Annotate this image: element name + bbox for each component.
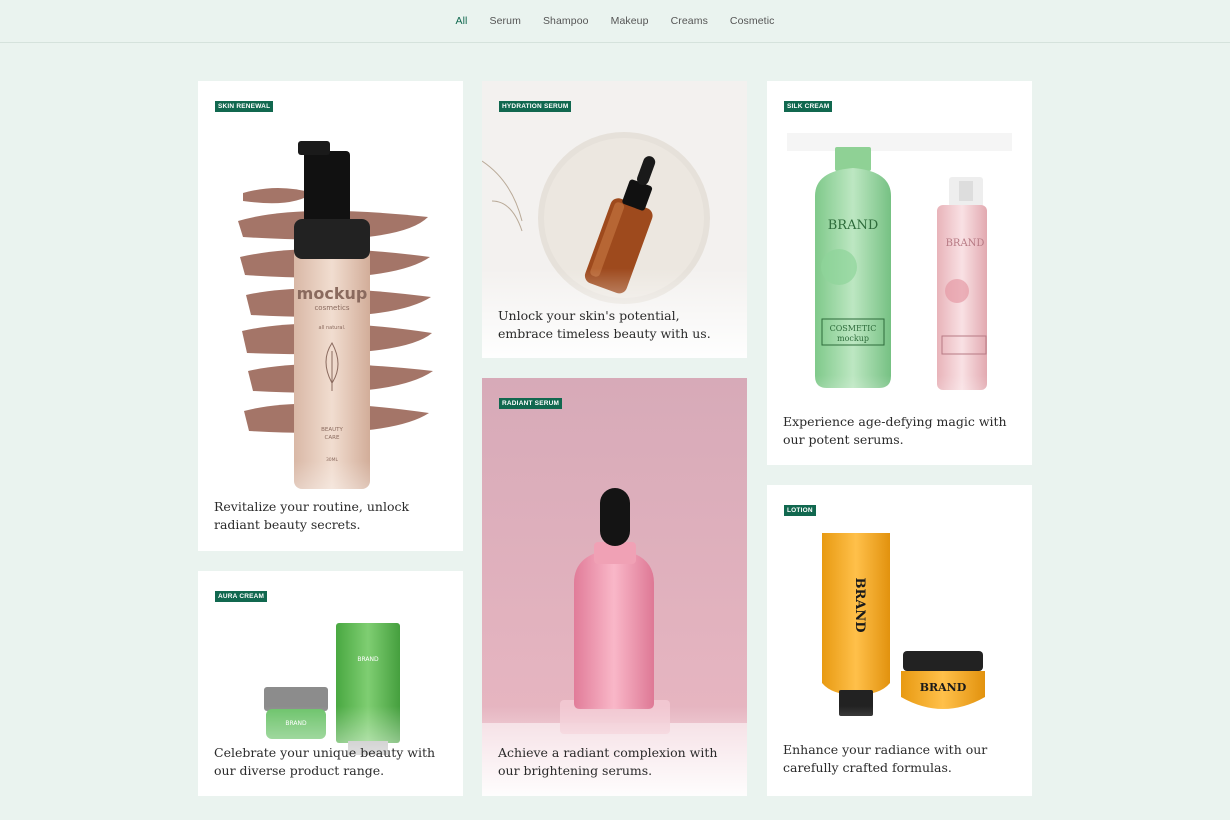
svg-text:COSMETIC: COSMETIC <box>830 324 877 333</box>
category-badge: RADIANT SERUM <box>499 398 563 409</box>
category-badge: AURA CREAM <box>215 591 268 602</box>
svg-text:BRAND: BRAND <box>920 681 967 694</box>
svg-text:cosmetics: cosmetics <box>314 304 349 312</box>
product-card-skin-renewal[interactable]: SKIN RENEWAL mockup cosmetics all natura… <box>198 81 463 551</box>
product-card-lotion[interactable]: LOTION BRAND BRAND Enhance your radiance… <box>767 485 1032 796</box>
svg-text:BEAUTY: BEAUTY <box>321 427 343 433</box>
svg-text:mockup: mockup <box>837 334 869 343</box>
product-card-hydration-serum[interactable]: HYDRATION SERUM Unlock your skin's poten… <box>482 81 747 358</box>
product-caption: Enhance your radiance with our carefully… <box>783 742 988 775</box>
product-card-aura-cream[interactable]: AURA CREAM BRAND BRAND Celebrate your un… <box>198 571 463 796</box>
filter-all[interactable]: All <box>456 15 468 27</box>
bottle-brand-text: mockup <box>297 284 368 303</box>
tube-brand-text: BRAND <box>357 656 379 663</box>
product-card-silk-cream[interactable]: SILK CREAM BRAND COSMETIC mockup BRAND E… <box>767 81 1032 465</box>
product-caption: Celebrate your unique beauty with our di… <box>214 745 436 778</box>
category-badge: HYDRATION SERUM <box>499 101 572 112</box>
filter-makeup[interactable]: Makeup <box>611 15 649 27</box>
product-caption: Experience age-defying magic with our po… <box>783 414 1007 447</box>
product-caption: Revitalize your routine, unlock radiant … <box>214 499 410 532</box>
filter-creams[interactable]: Creams <box>671 15 708 27</box>
filter-shampoo[interactable]: Shampoo <box>543 15 589 27</box>
product-caption: Achieve a radiant complexion with our br… <box>498 745 718 778</box>
category-filter-nav: All Serum Shampoo Makeup Creams Cosmetic <box>0 0 1230 43</box>
svg-text:BRAND: BRAND <box>946 238 985 249</box>
category-badge: SKIN RENEWAL <box>215 101 274 112</box>
category-badge: SILK CREAM <box>784 101 833 112</box>
bottle-brand-text: BRAND <box>828 218 879 233</box>
svg-text:CARE: CARE <box>325 435 340 441</box>
filter-serum[interactable]: Serum <box>490 15 521 27</box>
product-card-radiant-serum[interactable]: RADIANT SERUM Achieve a radiant complexi… <box>482 378 747 796</box>
svg-text:all natural.: all natural. <box>319 325 346 331</box>
tube-brand-text: BRAND <box>852 577 867 632</box>
filter-cosmetic[interactable]: Cosmetic <box>730 15 775 27</box>
category-badge: LOTION <box>784 505 816 516</box>
product-caption: Unlock your skin's potential, embrace ti… <box>498 308 711 341</box>
